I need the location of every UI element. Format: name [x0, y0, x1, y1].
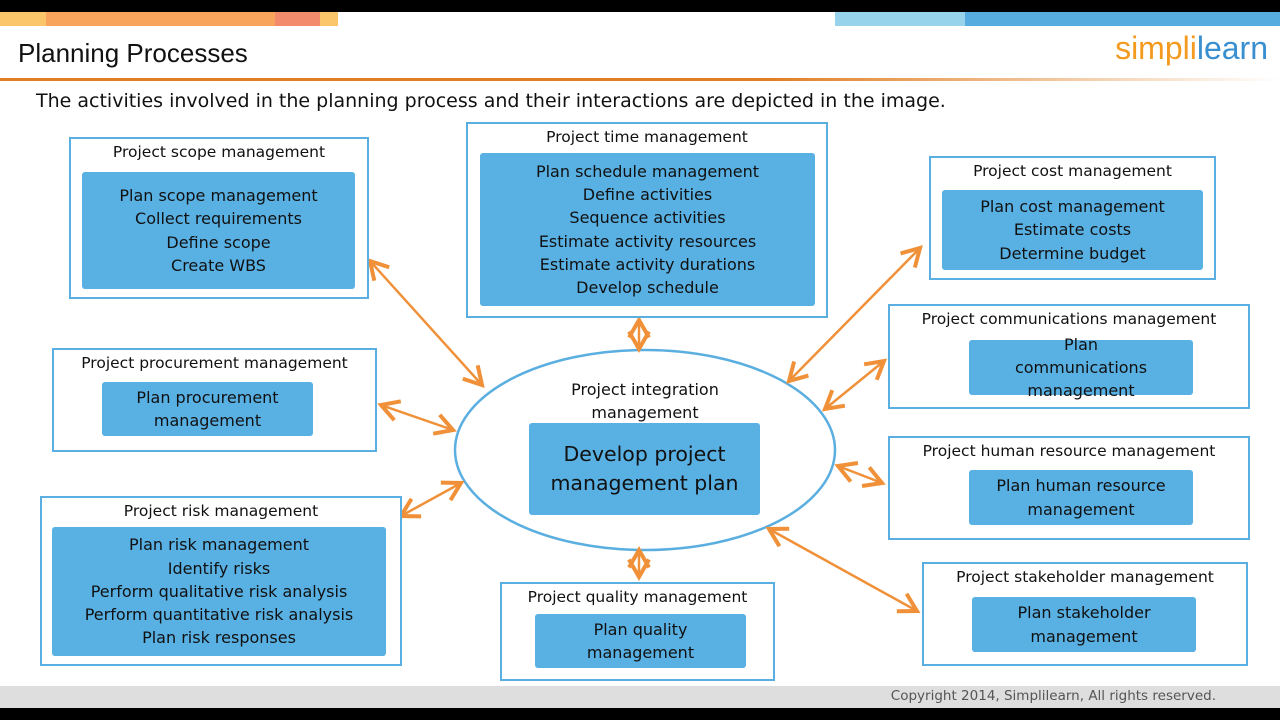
area-title: Project time management: [546, 128, 748, 146]
area-title: Project scope management: [112, 143, 326, 161]
process-item: Develop schedule: [576, 277, 719, 297]
process-list: Plan stakeholder management: [972, 597, 1196, 652]
process-item: Identify risks: [167, 558, 271, 578]
area-stakeholder: Project stakeholder management Plan stake…: [922, 562, 1248, 666]
arrow-risk: [397, 480, 465, 519]
process-item: Plan risk management: [128, 535, 309, 555]
process-list: Plan schedule management Define activitie…: [480, 153, 815, 306]
process-list: Plan quality management: [535, 614, 746, 668]
area-risk: Project risk management Plan risk managem…: [40, 496, 402, 666]
arrow-communications: [821, 358, 888, 412]
process-item: Collect requirements: [135, 209, 302, 229]
center-process: Develop project management plan: [529, 423, 760, 515]
area-procurement: Project procurement management Plan procu…: [52, 348, 377, 452]
process-item: Plan risk responses: [142, 628, 296, 648]
process-item: Create WBS: [171, 255, 266, 275]
area-title: Project risk management: [123, 502, 319, 520]
area-title: Project cost management: [973, 162, 1172, 180]
process-item: Plan communications management: [1014, 334, 1148, 401]
process-list: Plan human resource management: [969, 470, 1193, 525]
process-item: Plan stakeholder management: [1017, 603, 1151, 646]
process-item: Estimate costs: [1013, 220, 1132, 240]
process-item: Plan procurement management: [136, 387, 279, 430]
area-title: Project procurement management: [81, 354, 348, 372]
process-list: Plan cost management Estimate costs Determ…: [942, 190, 1203, 270]
process-item: Plan cost management: [980, 197, 1165, 217]
process-item: Sequence activities: [569, 208, 726, 228]
process-list: Plan procurement management: [102, 382, 313, 436]
integration-title: Project integration management: [571, 380, 719, 422]
copyright: Copyright 2014, Simplilearn, All rights …: [890, 688, 1216, 704]
process-item: Plan schedule management: [535, 161, 760, 181]
process-item: Estimate activity resources: [538, 231, 757, 251]
arrow-stakeholder: [765, 526, 921, 614]
area-cost: Project cost management Plan cost managem…: [929, 156, 1216, 280]
area-title: Project stakeholder management: [956, 568, 1214, 586]
area-human-resource: Project human resource management Plan hu…: [888, 436, 1250, 540]
area-quality: Project quality management Plan quality m…: [500, 582, 775, 681]
process-item: Plan scope management: [119, 186, 318, 206]
process-item: Plan human resource management: [996, 476, 1166, 519]
area-time: Project time management Plan schedule man…: [466, 122, 828, 318]
process-item: Estimate activity durations: [539, 254, 756, 274]
area-communications: Project communications management Plan co…: [888, 304, 1250, 409]
process-item: Define scope: [166, 232, 271, 252]
process-item: Determine budget: [999, 243, 1146, 263]
process-item: Plan quality management: [586, 619, 695, 662]
process-item: Perform qualitative risk analysis: [90, 581, 348, 601]
area-title: Project quality management: [527, 588, 748, 606]
center-process-label: Develop project management plan: [550, 442, 739, 495]
process-list: Plan communications management: [969, 335, 1193, 400]
arrow-human-resource: [834, 461, 886, 488]
arrow-procurement: [377, 399, 457, 436]
process-list: Plan scope management Collect requirement…: [82, 172, 355, 289]
area-title: Project human resource management: [922, 442, 1216, 460]
process-list: Plan risk management Identify risks Perfor…: [52, 527, 386, 656]
process-item: Perform quantitative risk analysis: [84, 605, 354, 625]
area-title: Project communications management: [921, 310, 1217, 328]
process-item: Define activities: [582, 185, 713, 205]
area-scope: Project scope management Plan scope manag…: [69, 137, 369, 299]
bottom-black-bar: [0, 708, 1280, 720]
